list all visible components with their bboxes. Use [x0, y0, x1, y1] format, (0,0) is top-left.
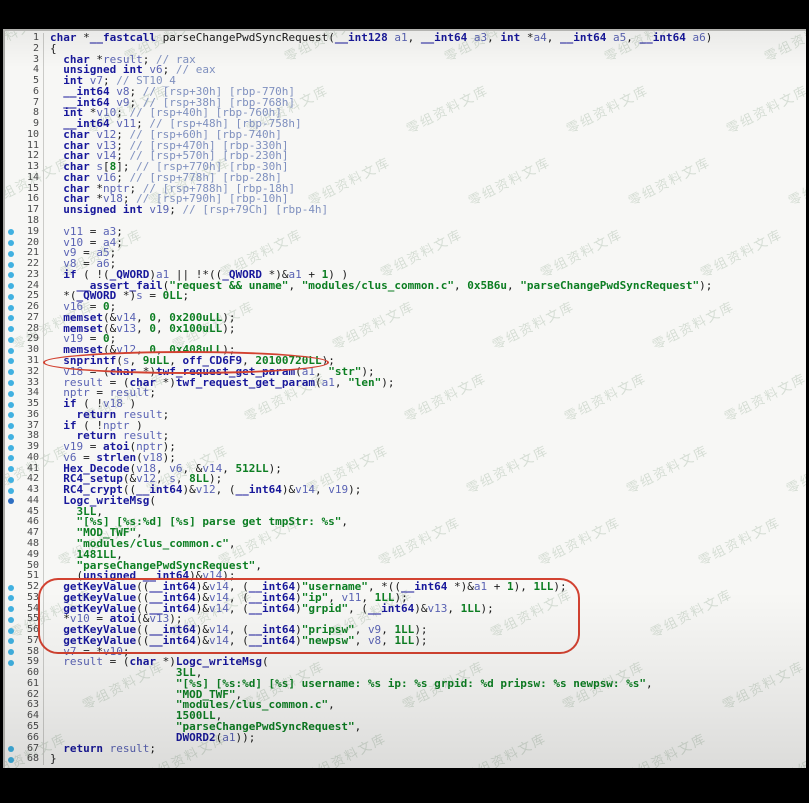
line-number: 23: [27, 270, 39, 281]
code-line[interactable]: 18: [5, 216, 806, 227]
address-dot-icon: [8, 660, 14, 666]
address-dot-icon: [8, 283, 14, 289]
code-line[interactable]: 68}: [5, 754, 806, 765]
gutter[interactable]: 36: [5, 410, 44, 421]
address-dot-icon: [8, 606, 14, 612]
code-line[interactable]: 21 v9 = a5;: [5, 248, 806, 259]
address-dot-icon: [8, 445, 14, 451]
line-number: 19: [27, 227, 39, 238]
address-dot-icon: [8, 423, 14, 429]
address-dot-icon: [8, 348, 14, 354]
line-number: 49: [27, 550, 39, 561]
address-dot-icon: [8, 595, 14, 601]
address-dot-icon: [8, 369, 14, 375]
address-dot-icon: [8, 262, 14, 268]
address-dot-icon: [8, 585, 14, 591]
address-dot-icon: [8, 358, 14, 364]
address-dot-icon: [8, 746, 14, 752]
code-text: return result;: [44, 742, 156, 755]
gutter[interactable]: 68: [5, 754, 44, 765]
code-line[interactable]: 28 memset(&v13, 0, 0x100uLL);: [5, 324, 806, 335]
code-text: char *__fastcall parseChangePwdSyncReque…: [44, 31, 712, 44]
gutter[interactable]: 32: [5, 367, 44, 378]
code-line[interactable]: 25 *(_QWORD *)s = 0LL;: [5, 291, 806, 302]
code-line[interactable]: 1char *__fastcall parseChangePwdSyncRequ…: [5, 33, 806, 44]
gutter[interactable]: 19: [5, 227, 44, 238]
gutter[interactable]: 53: [5, 593, 44, 604]
address-dot-icon: [8, 294, 14, 300]
gutter[interactable]: 2: [5, 44, 44, 55]
address-dot-icon: [8, 649, 14, 655]
gutter[interactable]: 40: [5, 453, 44, 464]
pseudocode-view[interactable]: 1char *__fastcall parseChangePwdSyncRequ…: [5, 31, 806, 768]
code-line[interactable]: 48 "modules/clus_common.c",: [5, 539, 806, 550]
address-dot-icon: [8, 477, 14, 483]
screenshot-frame: 零组资料文库零组资料文库零组资料文库零组资料文库零组资料文库零组资料文库零组资料…: [0, 0, 809, 803]
gutter[interactable]: 49: [5, 550, 44, 561]
address-dot-icon: [8, 251, 14, 257]
address-dot-icon: [8, 498, 14, 504]
gutter[interactable]: 6: [5, 87, 44, 98]
address-dot-icon: [8, 617, 14, 623]
line-number: 53: [27, 593, 39, 604]
code-line[interactable]: 17 unsigned int v19; // [rsp+79Ch] [rbp-…: [5, 205, 806, 216]
address-dot-icon: [8, 337, 14, 343]
line-number: 66: [27, 733, 39, 744]
address-dot-icon: [8, 402, 14, 408]
address-dot-icon: [8, 466, 14, 472]
address-dot-icon: [8, 488, 14, 494]
address-dot-icon: [8, 326, 14, 332]
code-text: }: [44, 752, 57, 765]
address-dot-icon: [8, 380, 14, 386]
code-text: unsigned int v19; // [rsp+79Ch] [rbp-4h]: [44, 203, 328, 216]
gutter[interactable]: 66: [5, 733, 44, 744]
address-dot-icon: [8, 305, 14, 311]
address-dot-icon: [8, 272, 14, 278]
line-number: 36: [27, 410, 39, 421]
address-dot-icon: [8, 628, 14, 634]
address-dot-icon: [8, 434, 14, 440]
decompiler-window: 零组资料文库零组资料文库零组资料文库零组资料文库零组资料文库零组资料文库零组资料…: [3, 29, 806, 768]
code-line[interactable]: 67 return result;: [5, 744, 806, 755]
line-number: 32: [27, 367, 39, 378]
address-dot-icon: [8, 757, 14, 763]
address-dot-icon: [8, 240, 14, 246]
gutter[interactable]: 23: [5, 270, 44, 281]
code-line[interactable]: 20 v10 = a4;: [5, 238, 806, 249]
code-line[interactable]: 19 v11 = a3;: [5, 227, 806, 238]
line-number: 2: [33, 44, 39, 55]
address-dot-icon: [8, 315, 14, 321]
line-number: 6: [33, 87, 39, 98]
address-dot-icon: [8, 455, 14, 461]
address-dot-icon: [8, 229, 14, 235]
address-dot-icon: [8, 391, 14, 397]
address-dot-icon: [8, 638, 14, 644]
line-number: 68: [27, 754, 39, 765]
address-dot-icon: [8, 412, 14, 418]
code-line[interactable]: 44 Logc_writeMsg(: [5, 496, 806, 507]
